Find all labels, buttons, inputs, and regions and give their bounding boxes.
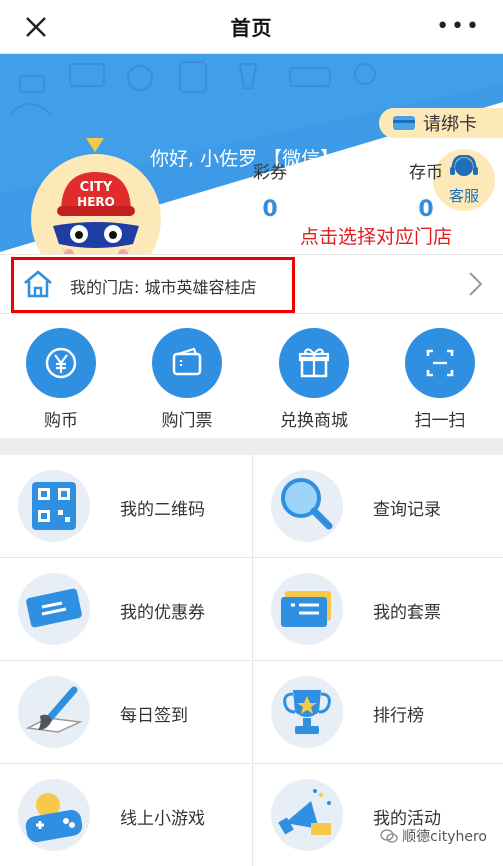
gamepad-icon <box>18 779 90 851</box>
wechat-icon <box>380 829 398 843</box>
my-qr-code-label: 我的二维码 <box>120 500 205 520</box>
more-menu-icon[interactable]: ••• <box>436 14 481 39</box>
feature-grid: 我的二维码 查询记录 我的优惠券 我的套票 每日签到 排行榜 线上小游戏 我的活… <box>0 455 503 866</box>
grid-item-my-coupons[interactable]: 我的优惠券 <box>0 558 251 661</box>
close-icon[interactable] <box>20 11 52 43</box>
watermark-text: 顺德cityhero <box>402 829 487 845</box>
chevron-right-icon <box>469 272 483 296</box>
trophy-icon <box>271 676 343 748</box>
coin-yen-icon <box>26 328 96 398</box>
home-icon <box>24 270 52 298</box>
buy-ticket-button[interactable]: 购门票 <box>137 328 237 431</box>
my-store-label: 我的门店: 城市英雄容桂店 <box>70 278 257 297</box>
coin-balance-value: 0 <box>418 197 434 222</box>
coupon-icon <box>18 573 90 645</box>
my-store-row[interactable]: 我的门店: 城市英雄容桂店 <box>0 254 503 314</box>
gift-mall-button[interactable]: 兑换商城 <box>264 328 364 431</box>
leaderboard-label: 排行榜 <box>373 706 424 726</box>
my-package-tickets-label: 我的套票 <box>373 603 441 623</box>
query-records-label: 查询记录 <box>373 500 441 520</box>
buy-ticket-label: 购门票 <box>161 411 213 431</box>
buy-coins-button[interactable]: 购币 <box>11 328 111 431</box>
gift-icon <box>279 328 349 398</box>
avatar-pointer <box>86 138 104 152</box>
mascot-text-hero: HERO <box>77 195 115 209</box>
grid-item-query-records[interactable]: 查询记录 <box>252 455 503 558</box>
home-page: 首页 ••• 请绑卡 你好, 小佐罗 【微信】 客服 CITY HERO 彩券 … <box>0 0 503 866</box>
coin-balance-stat: 存币 0 <box>386 158 466 222</box>
qr-code-icon <box>18 470 90 542</box>
grid-item-daily-checkin[interactable]: 每日签到 <box>0 661 251 764</box>
magnifier-icon <box>271 470 343 542</box>
watermark: 顺德cityhero <box>380 826 487 846</box>
grid-item-leaderboard[interactable]: 排行榜 <box>252 661 503 764</box>
mascot-text-city: CITY <box>80 180 113 195</box>
lottery-stat: 彩券 0 <box>230 158 310 222</box>
ticket-wallet-icon <box>152 328 222 398</box>
gift-mall-label: 兑换商城 <box>280 411 348 431</box>
scan-button[interactable]: 扫一扫 <box>390 328 490 431</box>
card-icon <box>393 116 415 130</box>
my-coupons-label: 我的优惠券 <box>120 603 205 623</box>
grid-item-my-qr-code[interactable]: 我的二维码 <box>0 455 251 558</box>
scan-icon <box>405 328 475 398</box>
scan-label: 扫一扫 <box>414 411 466 431</box>
grid-item-my-package-tickets[interactable]: 我的套票 <box>252 558 503 661</box>
page-title: 首页 <box>230 16 273 40</box>
online-minigames-label: 线上小游戏 <box>120 809 205 829</box>
daily-checkin-label: 每日签到 <box>120 706 188 726</box>
lottery-value: 0 <box>262 197 278 222</box>
bind-card-button[interactable]: 请绑卡 <box>379 108 503 138</box>
section-divider <box>0 438 503 455</box>
buy-coins-label: 购币 <box>44 411 78 431</box>
grid-item-my-activities[interactable]: 我的活动 <box>252 764 503 866</box>
lottery-label: 彩券 <box>253 163 287 183</box>
grid-item-online-minigames[interactable]: 线上小游戏 <box>0 764 251 866</box>
select-store-hint: 点击选择对应门店 <box>300 226 453 248</box>
brush-checkin-icon <box>18 676 90 748</box>
megaphone-icon <box>271 779 343 851</box>
bind-card-label: 请绑卡 <box>423 114 477 135</box>
coin-balance-label: 存币 <box>409 163 443 183</box>
package-ticket-icon <box>271 573 343 645</box>
quick-actions: 购币 购门票 兑换商城 扫一扫 <box>0 314 503 438</box>
top-nav-bar: 首页 ••• <box>0 0 503 54</box>
